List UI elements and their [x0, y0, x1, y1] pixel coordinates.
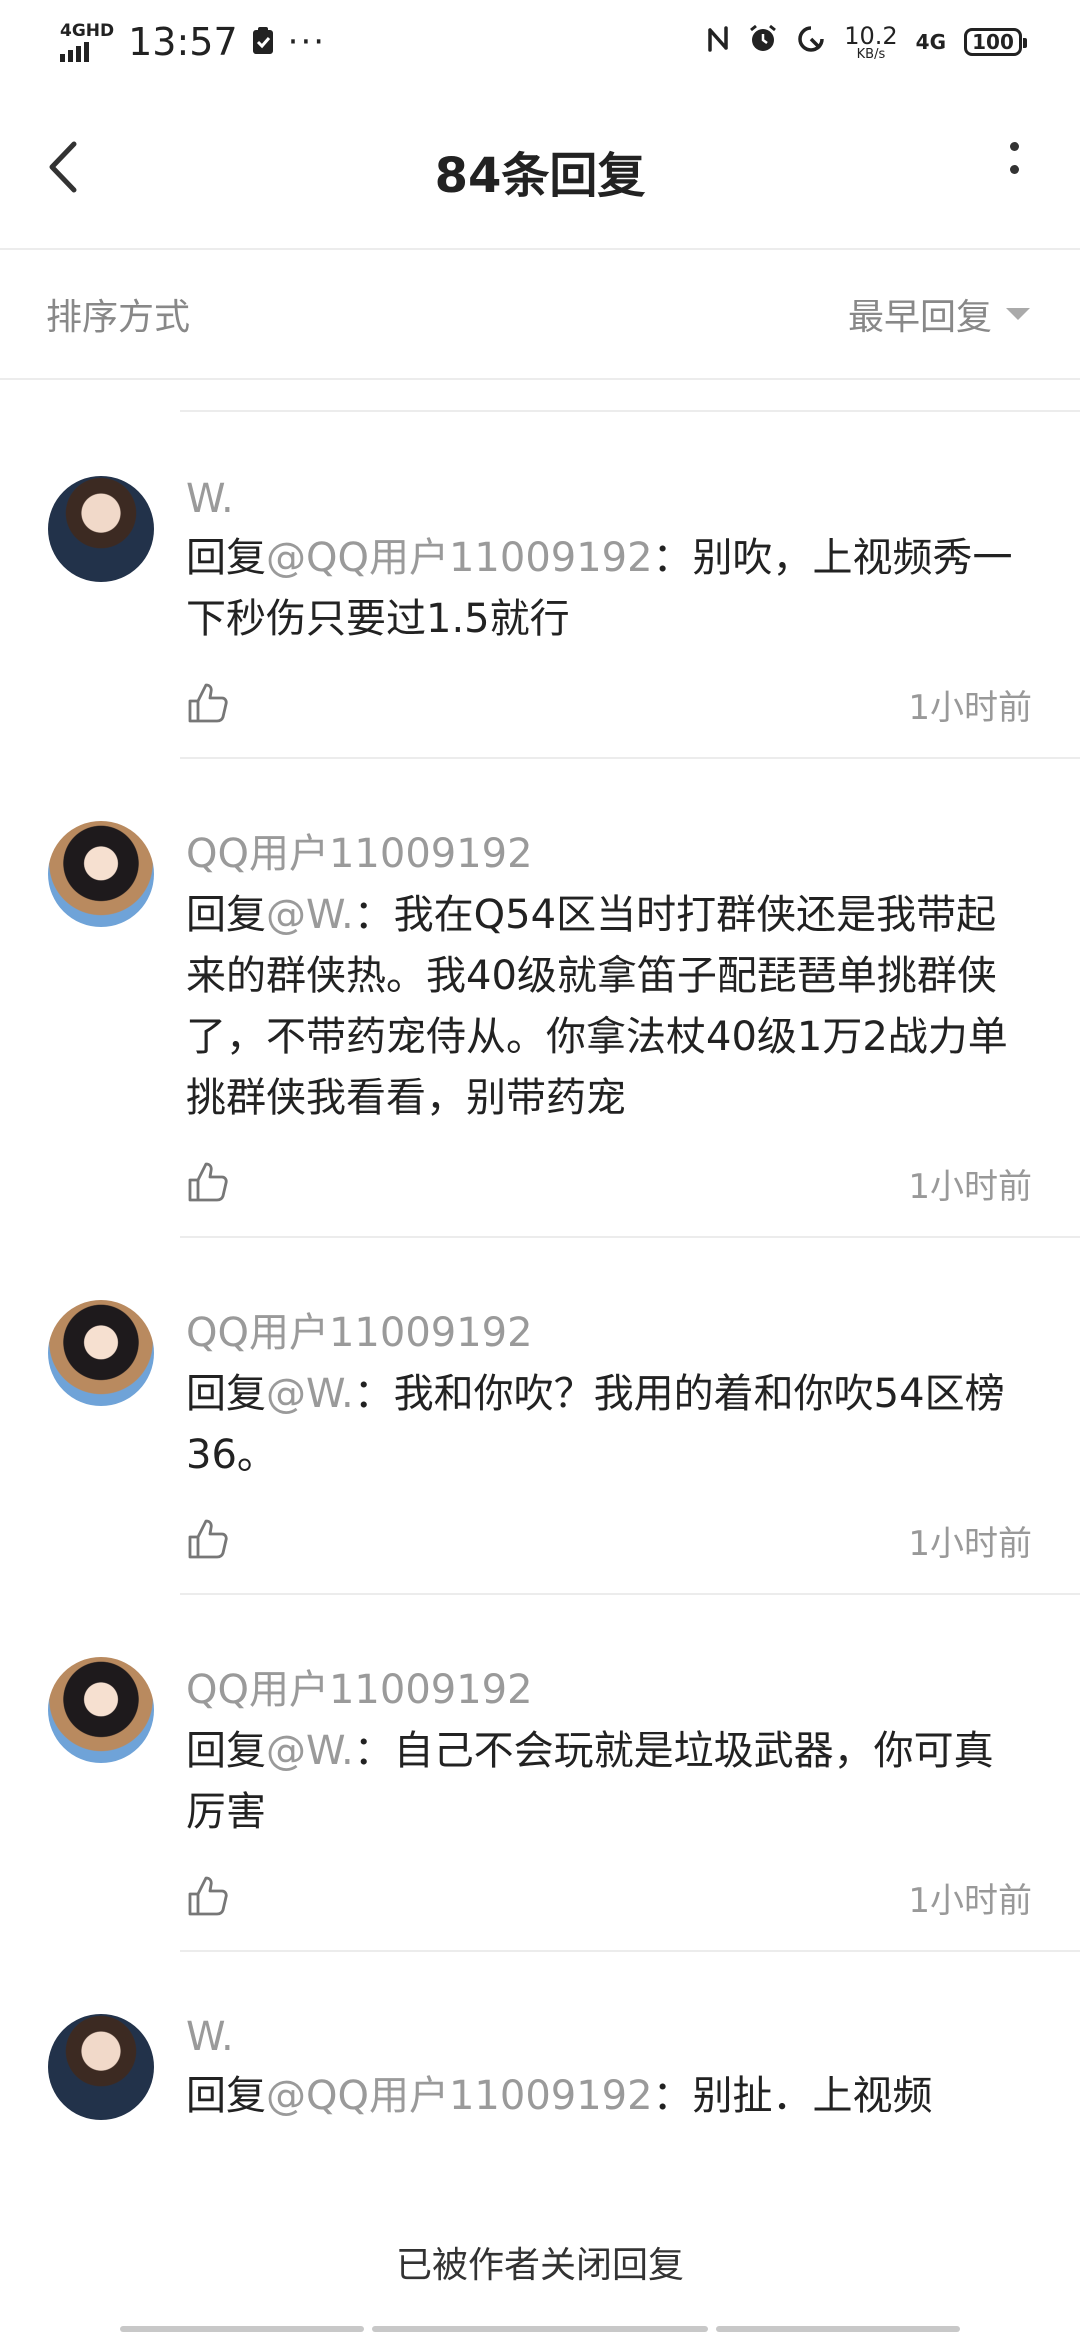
sort-label: 排序方式	[46, 297, 191, 338]
mention-link[interactable]: @W.	[266, 892, 354, 938]
reply-time: 1小时前	[908, 688, 1032, 728]
username[interactable]: W.	[186, 476, 1032, 522]
reply-time: 1小时前	[908, 1167, 1032, 1207]
sort-bar: 排序方式 最早回复	[0, 250, 1080, 380]
reply-list: W. 回复@QQ用户11009192：别吹，上视频秀一下秒伤只要过1.5就行 1…	[0, 380, 1080, 2127]
data-saver-icon	[796, 24, 826, 61]
reply-item: QQ用户11009192 回复@W.：我在Q54区当时打群侠还是我带起来的群侠热…	[0, 759, 1080, 1238]
reply-prefix: 回复	[186, 535, 266, 581]
net-type: 4G	[915, 30, 946, 54]
like-button[interactable]	[186, 681, 230, 729]
username[interactable]: QQ用户11009192	[186, 821, 1032, 879]
reply-content: 回复@QQ用户11009192：别吹，上视频秀一下秒伤只要过1.5就行	[186, 528, 1032, 650]
more-options-button[interactable]	[1008, 142, 1020, 192]
mention-link[interactable]: @W.	[266, 1371, 354, 1417]
thumbs-up-icon	[188, 1162, 228, 1201]
sort-selected: 最早回复	[847, 297, 992, 338]
nfc-icon	[706, 24, 730, 61]
network-speed: 10.2 KB/s	[844, 24, 897, 61]
reply-meta: 1小时前	[186, 1873, 1032, 1922]
reply-content: 回复@W.：自己不会玩就是垃圾武器，你可真厉害	[186, 1721, 1032, 1843]
reply-text: ：别扯．上视频	[652, 2073, 933, 2119]
speed-value: 10.2	[844, 21, 898, 50]
status-bar: 4GHD 13:57 ··· 10.2 KB/s 4G 100	[0, 0, 1080, 84]
network-badge: 4GHD	[60, 20, 115, 41]
reply-content: 回复@QQ用户11009192：别扯．上视频	[186, 2066, 1032, 2127]
clock: 13:57	[128, 20, 238, 64]
nav-bar: 84条回复	[0, 84, 1080, 250]
battery-icon: 100	[964, 28, 1027, 56]
signal-bars-icon	[60, 40, 89, 62]
caret-down-icon	[1006, 308, 1030, 320]
thumbs-up-icon	[188, 683, 228, 722]
reply-item: W. 回复@QQ用户11009192：别扯．上视频	[0, 1952, 1080, 2127]
status-right: 10.2 KB/s 4G 100	[706, 24, 1027, 61]
more-vertical-icon	[1008, 142, 1020, 174]
like-button[interactable]	[186, 1874, 230, 1922]
reply-prefix: 回复	[186, 892, 266, 938]
reply-content: 回复@W.：我和你吹？我用的着和你吹54区榜36。	[186, 1364, 1032, 1486]
reply-meta: 1小时前	[186, 680, 1032, 729]
username[interactable]: QQ用户11009192	[186, 1300, 1032, 1358]
username[interactable]: W.	[186, 2014, 1032, 2060]
reply-prefix: 回复	[186, 1728, 266, 1774]
like-button[interactable]	[186, 1517, 230, 1565]
speed-unit: KB/s	[856, 46, 886, 62]
reply-prefix: 回复	[186, 2073, 266, 2119]
page-title: 84条回复	[434, 148, 646, 204]
reply-meta: 1小时前	[186, 1516, 1032, 1565]
reply-content: 回复@W.：我在Q54区当时打群侠还是我带起来的群侠热。我40级就拿笛子配琵琶单…	[186, 885, 1032, 1129]
mention-link[interactable]: @W.	[266, 1728, 354, 1774]
reply-meta: 1小时前	[186, 1159, 1032, 1208]
like-button[interactable]	[186, 1160, 230, 1208]
signal-indicator: 4GHD	[60, 20, 115, 62]
thumbs-up-icon	[188, 1519, 228, 1558]
bottom-scroll-indicator	[0, 2326, 1080, 2332]
username[interactable]: QQ用户11009192	[186, 1657, 1032, 1715]
reply-item: QQ用户11009192 回复@W.：我和你吹？我用的着和你吹54区榜36。 1…	[0, 1238, 1080, 1595]
status-left: 4GHD 13:57 ···	[60, 20, 326, 64]
mention-link[interactable]: @QQ用户11009192	[266, 535, 653, 581]
alarm-icon	[748, 24, 778, 61]
divider	[180, 380, 1080, 412]
more-notifications: ···	[287, 22, 327, 62]
mention-link[interactable]: @QQ用户11009192	[266, 2073, 653, 2119]
replies-closed-notice: 已被作者关闭回复	[395, 2245, 684, 2286]
reply-item: QQ用户11009192 回复@W.：自己不会玩就是垃圾武器，你可真厉害 1小时…	[0, 1595, 1080, 1952]
reply-time: 1小时前	[908, 1524, 1032, 1564]
sort-dropdown[interactable]: 最早回复	[848, 288, 1030, 340]
reply-prefix: 回复	[186, 1371, 266, 1417]
thumbs-up-icon	[188, 1876, 228, 1915]
reply-time: 1小时前	[908, 1881, 1032, 1921]
clipboard-icon	[252, 20, 274, 64]
battery-level: 100	[972, 30, 1014, 54]
reply-item: W. 回复@QQ用户11009192：别吹，上视频秀一下秒伤只要过1.5就行 1…	[0, 412, 1080, 759]
